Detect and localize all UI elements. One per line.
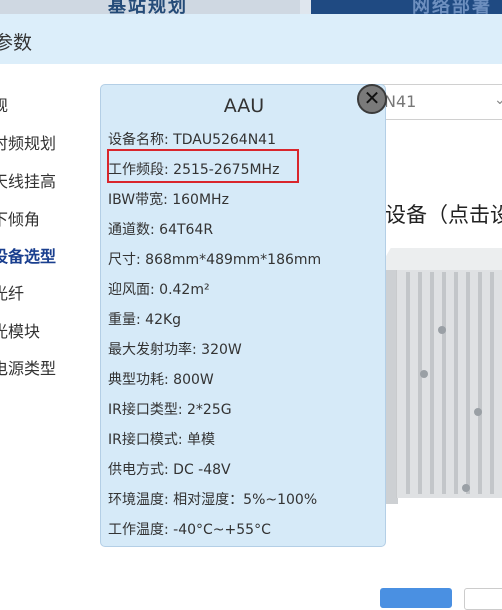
dialog-header <box>0 14 502 64</box>
sidebar-item-time-frequency[interactable]: 时频规划 <box>0 130 56 154</box>
device-top-panel <box>378 248 502 270</box>
sidebar-item-power-type[interactable]: 电源类型 <box>0 355 56 379</box>
tab-network-deployment-label: 网络部署 <box>412 0 492 14</box>
device-fin <box>466 272 470 494</box>
spec-max-tx-power: 最大发射功率: 320W <box>108 342 242 358</box>
device-bolt <box>462 484 470 492</box>
device-body <box>396 268 502 498</box>
spec-operating-temperature: 工作温度: -40°C~+55°C <box>108 522 271 538</box>
dialog-title: 参数 <box>0 32 33 54</box>
spec-ambient-humidity: 环境温度: 相对湿度：5%~100% <box>108 492 318 508</box>
device-fin <box>478 272 482 494</box>
device-bolt <box>438 326 446 334</box>
device-fin <box>442 272 446 494</box>
spec-dimensions: 尺寸: 868mm*489mm*186mm <box>108 252 322 268</box>
spec-ir-interface-type: IR接口类型: 2*25G <box>108 402 232 418</box>
device-fin <box>454 272 458 494</box>
sidebar-item-optical-module[interactable]: 光模块 <box>0 318 40 342</box>
tab-site-planning-label: 基站规划 <box>108 0 188 14</box>
spec-wind-area: 迎风面: 0.42m² <box>108 282 210 298</box>
spec-typical-power: 典型功耗: 800W <box>108 372 214 388</box>
top-banner: 基站规划 网络部署 <box>0 0 502 14</box>
chevron-down-icon[interactable]: ⌄ <box>494 92 502 108</box>
aau-device-image[interactable] <box>378 248 502 510</box>
spec-ibw-bandwidth: IBW带宽: 160MHz <box>108 192 229 208</box>
device-fin <box>430 272 434 494</box>
model-select-value: N41 <box>384 92 417 111</box>
sidebar-item-device-selection[interactable]: 设备选型 <box>0 243 56 267</box>
cancel-button[interactable] <box>464 588 502 610</box>
spec-device-name: 设备名称: TDAU5264N41 <box>108 132 276 148</box>
sidebar-item-antenna-height[interactable]: 天线挂高 <box>0 168 56 192</box>
popup-title: AAU <box>223 95 265 117</box>
device-fin <box>406 272 410 494</box>
device-spec-popup: AAU ✕ 设备名称: TDAU5264N41 工作频段: 2515-2675M… <box>100 84 387 547</box>
device-fin <box>418 272 422 494</box>
sidebar-item-fiber[interactable]: 光纤 <box>0 280 24 304</box>
spec-channels: 通道数: 64T64R <box>108 222 214 238</box>
device-bolt <box>474 408 482 416</box>
confirm-button[interactable] <box>380 588 452 608</box>
sidebar-item-planning[interactable]: 规 <box>0 92 8 116</box>
device-section-title: 设备（点击设 <box>385 203 502 227</box>
device-fin <box>490 272 494 494</box>
spec-power-supply: 供电方式: DC -48V <box>108 462 231 478</box>
sidebar-item-downtilt[interactable]: 下倾角 <box>0 206 40 230</box>
close-icon[interactable]: ✕ <box>357 84 387 114</box>
spec-frequency-band: 工作频段: 2515-2675MHz <box>108 162 280 178</box>
device-bolt <box>420 370 428 378</box>
spec-ir-interface-mode: IR接口模式: 单模 <box>108 432 216 448</box>
spec-weight: 重量: 42Kg <box>108 312 182 328</box>
